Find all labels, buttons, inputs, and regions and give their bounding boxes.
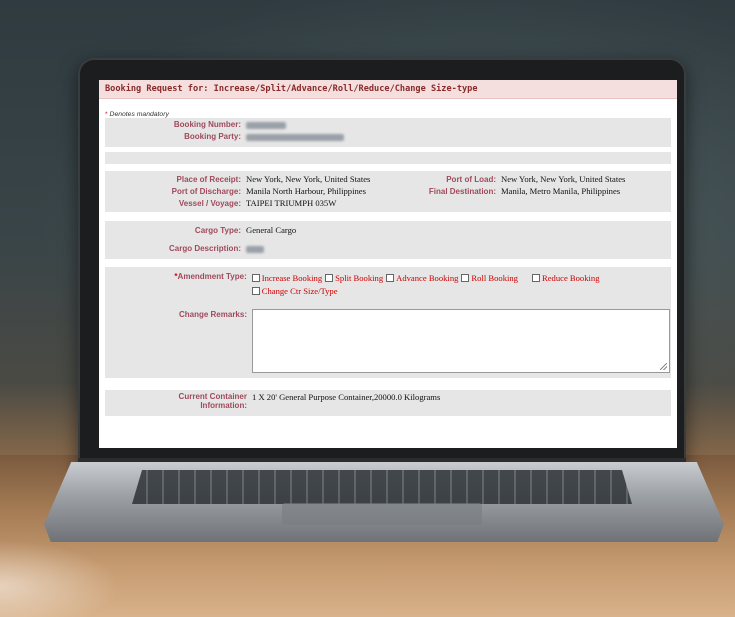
resize-handle-icon[interactable] — [660, 363, 667, 370]
port-of-discharge-value: Manila North Harbour, Philippines — [246, 186, 366, 196]
mandatory-note: * Denotes mandatory — [105, 111, 677, 118]
amendment-option-change-size[interactable]: Change Ctr Size/Type — [251, 286, 338, 296]
amendment-options: Increase Booking Split Booking Advance Boo… — [251, 271, 671, 297]
change-remarks-label: Change Remarks: — [178, 310, 247, 319]
amendment-option-advance[interactable]: Advance Booking — [386, 273, 458, 283]
laptop-keyboard — [132, 470, 632, 504]
current-container-label-line2: Information: — [200, 401, 247, 410]
roll-booking-checkbox[interactable] — [461, 274, 470, 282]
increase-booking-label: Increase Booking — [261, 273, 323, 283]
cargo-type-label: Cargo Type: — [194, 226, 241, 235]
cargo-info-block: Cargo Type: General Cargo Cargo Descript… — [105, 221, 671, 259]
reduce-booking-checkbox[interactable] — [531, 274, 540, 282]
amendment-option-split[interactable]: Split Booking — [325, 273, 383, 283]
current-container-value: 1 X 20' General Purpose Container,20000.… — [252, 392, 441, 402]
final-destination-value: Manila, Metro Manila, Philippines — [501, 186, 621, 196]
amendment-type-label: *Amendment Type: — [105, 271, 252, 282]
cargo-description-value — [246, 243, 264, 254]
change-remarks-textarea[interactable] — [252, 309, 670, 373]
current-container-label-line1: Current Container — [178, 392, 247, 401]
booking-party-label: Booking Party: — [184, 132, 241, 141]
light-glare — [0, 540, 120, 617]
port-of-discharge-label: Port of Discharge: — [171, 187, 241, 196]
amendment-block: *Amendment Type: Increase Booking Split B… — [105, 267, 671, 378]
reduce-booking-label: Reduce Booking — [541, 273, 600, 283]
vessel-voyage-label: Vessel / Voyage: — [178, 199, 241, 208]
booking-party-value — [246, 131, 344, 142]
mandatory-star: * — [105, 111, 108, 118]
place-of-receipt-label: Place of Receipt: — [176, 175, 241, 184]
route-info-block: Place of Receipt: New York, New York, Un… — [105, 171, 671, 212]
split-booking-label: Split Booking — [335, 273, 384, 283]
change-ctr-size-checkbox[interactable] — [251, 287, 260, 295]
spacer-block — [105, 152, 671, 164]
laptop-trackpad — [282, 503, 482, 525]
advance-booking-label: Advance Booking — [396, 273, 459, 283]
mandatory-note-text: Denotes mandatory — [109, 111, 169, 118]
roll-booking-label: Roll Booking — [471, 273, 518, 283]
page-title: Booking Request for: Increase/Split/Adva… — [99, 80, 677, 99]
laptop-screen: Booking Request for: Increase/Split/Adva… — [99, 80, 677, 448]
port-of-load-value: New York, New York, United States — [501, 174, 626, 184]
place-of-receipt-value: New York, New York, United States — [246, 174, 371, 184]
amendment-option-reduce[interactable]: Reduce Booking — [531, 273, 600, 283]
port-of-load-label: Port of Load: — [446, 175, 496, 184]
vessel-voyage-value: TAIPEI TRIUMPH 035W — [246, 198, 337, 208]
cargo-description-label: Cargo Description: — [168, 244, 241, 253]
amendment-option-increase[interactable]: Increase Booking — [251, 273, 323, 283]
advance-booking-checkbox[interactable] — [386, 274, 395, 282]
cargo-type-value: General Cargo — [246, 225, 297, 235]
change-ctr-size-label: Change Ctr Size/Type — [261, 286, 338, 296]
booking-number-value — [246, 119, 286, 130]
current-container-label: Current Container Information: — [105, 392, 252, 410]
final-destination-label: Final Destination: — [428, 187, 496, 196]
amendment-type-label-text: Amendment Type: — [177, 272, 247, 281]
increase-booking-checkbox[interactable] — [251, 274, 260, 282]
amendment-option-roll[interactable]: Roll Booking — [461, 273, 518, 283]
split-booking-checkbox[interactable] — [325, 274, 334, 282]
current-container-block: Current Container Information: 1 X 20' Ge… — [105, 390, 671, 416]
booking-number-label: Booking Number: — [173, 120, 241, 129]
booking-info-block: Booking Number: Booking Party: — [105, 118, 671, 147]
